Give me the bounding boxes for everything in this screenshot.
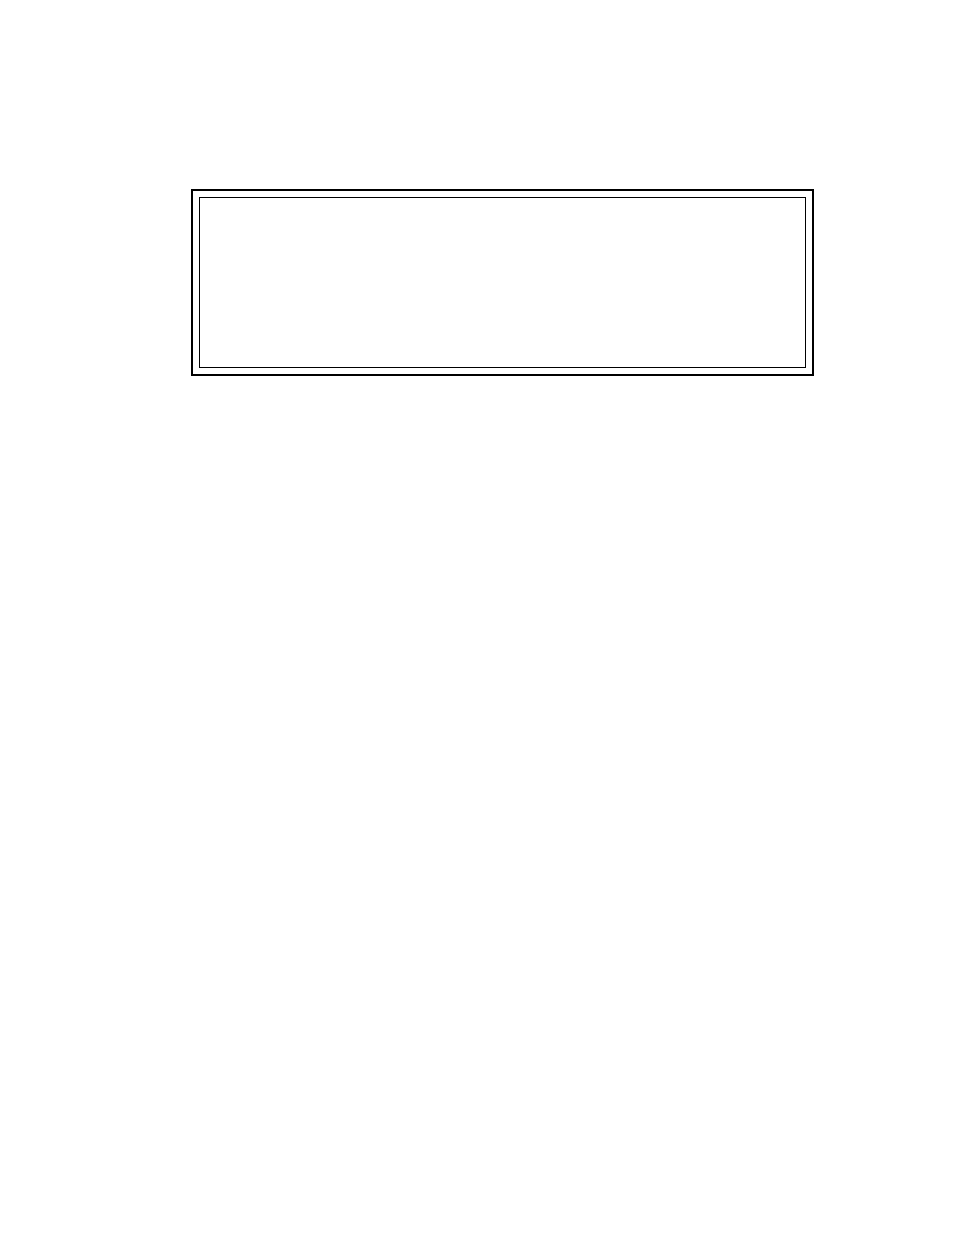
inner-frame bbox=[199, 197, 806, 368]
outer-frame bbox=[191, 189, 814, 376]
